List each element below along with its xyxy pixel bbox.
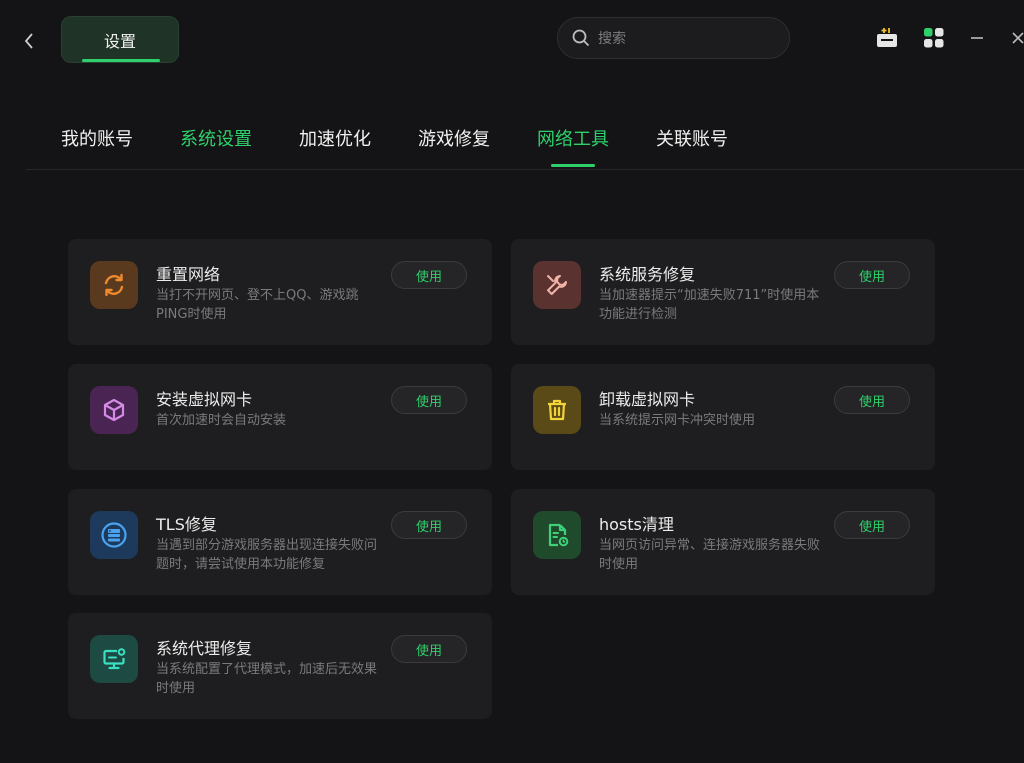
tool-icon-box bbox=[533, 511, 581, 559]
tab-speed-optimize[interactable]: 加速优化 bbox=[299, 125, 371, 155]
use-button[interactable]: 使用 bbox=[834, 386, 910, 414]
use-button[interactable]: 使用 bbox=[391, 386, 467, 414]
back-button[interactable] bbox=[18, 30, 40, 52]
settings-title-button[interactable]: 设置 bbox=[61, 16, 179, 63]
active-tab-underline bbox=[551, 164, 595, 167]
settings-underline bbox=[82, 59, 160, 62]
search-icon bbox=[572, 29, 590, 47]
search-input[interactable]: 搜索 bbox=[557, 17, 790, 59]
tool-card-reset-network: 重置网络 当打不开网页、登不上QQ、游戏跳PING时使用 使用 bbox=[68, 239, 492, 345]
tool-title: hosts清理 bbox=[599, 515, 674, 534]
tool-title: 系统服务修复 bbox=[599, 265, 696, 284]
settings-title: 设置 bbox=[103, 31, 136, 51]
tool-card-install-virtual-nic: 安装虚拟网卡 首次加速时会自动安装 使用 bbox=[68, 364, 492, 470]
tab-game-repair[interactable]: 游戏修复 bbox=[418, 125, 490, 155]
tool-title: TLS修复 bbox=[156, 515, 217, 534]
apps-grid-icon bbox=[924, 28, 944, 48]
tool-icon-box bbox=[90, 635, 138, 683]
use-button[interactable]: 使用 bbox=[391, 261, 467, 289]
tool-description: 当打不开网页、登不上QQ、游戏跳PING时使用 bbox=[156, 288, 359, 322]
tool-card-tls-repair: TLS修复 当遇到部分游戏服务器出现连接失败问题时，请尝试使用本功能修复 使用 bbox=[68, 489, 492, 595]
trash-icon bbox=[548, 399, 566, 421]
minimize-button[interactable] bbox=[965, 26, 989, 50]
tab-network-tools[interactable]: 网络工具 bbox=[537, 125, 609, 167]
minimize-icon bbox=[971, 37, 983, 39]
close-icon bbox=[1012, 32, 1024, 44]
search-placeholder: 搜索 bbox=[598, 31, 626, 47]
monitor-icon bbox=[103, 648, 126, 670]
category-tabs: 我的账号 系统设置 加速优化 游戏修复 网络工具 关联账号 bbox=[61, 125, 775, 169]
tool-card-uninstall-virtual-nic: 卸载虚拟网卡 当系统提示网卡冲突时使用 使用 bbox=[511, 364, 935, 470]
tool-description: 首次加速时会自动安装 bbox=[156, 413, 287, 428]
tool-description: 当系统提示网卡冲突时使用 bbox=[599, 413, 756, 428]
tool-description: 当遇到部分游戏服务器出现连接失败问题时，请尝试使用本功能修复 bbox=[156, 538, 378, 572]
apps-grid-button[interactable] bbox=[922, 26, 946, 50]
tool-icon-box bbox=[533, 386, 581, 434]
tool-title: 系统代理修复 bbox=[156, 639, 253, 658]
tool-card-system-proxy-repair: 系统代理修复 当系统配置了代理模式，加速后无效果时使用 使用 bbox=[68, 613, 492, 719]
tab-my-account[interactable]: 我的账号 bbox=[61, 125, 133, 155]
tool-description: 当网页访问异常、连接游戏服务器失败时使用 bbox=[599, 538, 821, 572]
file-clean-icon bbox=[548, 523, 569, 547]
tab-system-settings[interactable]: 系统设置 bbox=[180, 125, 252, 155]
close-button[interactable] bbox=[1006, 26, 1024, 50]
server-repair-icon bbox=[101, 522, 127, 548]
tab-linked-accounts[interactable]: 关联账号 bbox=[656, 125, 728, 155]
use-button[interactable]: 使用 bbox=[391, 511, 467, 539]
back-icon bbox=[24, 33, 33, 49]
tool-title: 卸载虚拟网卡 bbox=[599, 390, 696, 409]
tabs-divider bbox=[26, 169, 1024, 170]
use-button[interactable]: 使用 bbox=[834, 261, 910, 289]
tool-icon-box bbox=[90, 386, 138, 434]
wrench-icon bbox=[547, 275, 567, 295]
gift-box-button[interactable] bbox=[875, 26, 899, 50]
tool-icon-box bbox=[90, 261, 138, 309]
use-button[interactable]: 使用 bbox=[391, 635, 467, 663]
tool-card-hosts-clean: hosts清理 当网页访问异常、连接游戏服务器失败时使用 使用 bbox=[511, 489, 935, 595]
tool-title: 重置网络 bbox=[156, 265, 221, 284]
tool-card-system-service-repair: 系统服务修复 当加速器提示“加速失败711”时使用本功能进行检测 使用 bbox=[511, 239, 935, 345]
refresh-icon bbox=[104, 273, 124, 297]
tool-icon-box bbox=[533, 261, 581, 309]
use-button[interactable]: 使用 bbox=[834, 511, 910, 539]
gift-box-icon bbox=[877, 28, 897, 47]
cube-icon bbox=[103, 398, 125, 422]
tool-title: 安装虚拟网卡 bbox=[156, 390, 253, 409]
tool-icon-box bbox=[90, 511, 138, 559]
tool-description: 当加速器提示“加速失败711”时使用本功能进行检测 bbox=[599, 288, 820, 322]
tool-description: 当系统配置了代理模式，加速后无效果时使用 bbox=[156, 662, 378, 696]
